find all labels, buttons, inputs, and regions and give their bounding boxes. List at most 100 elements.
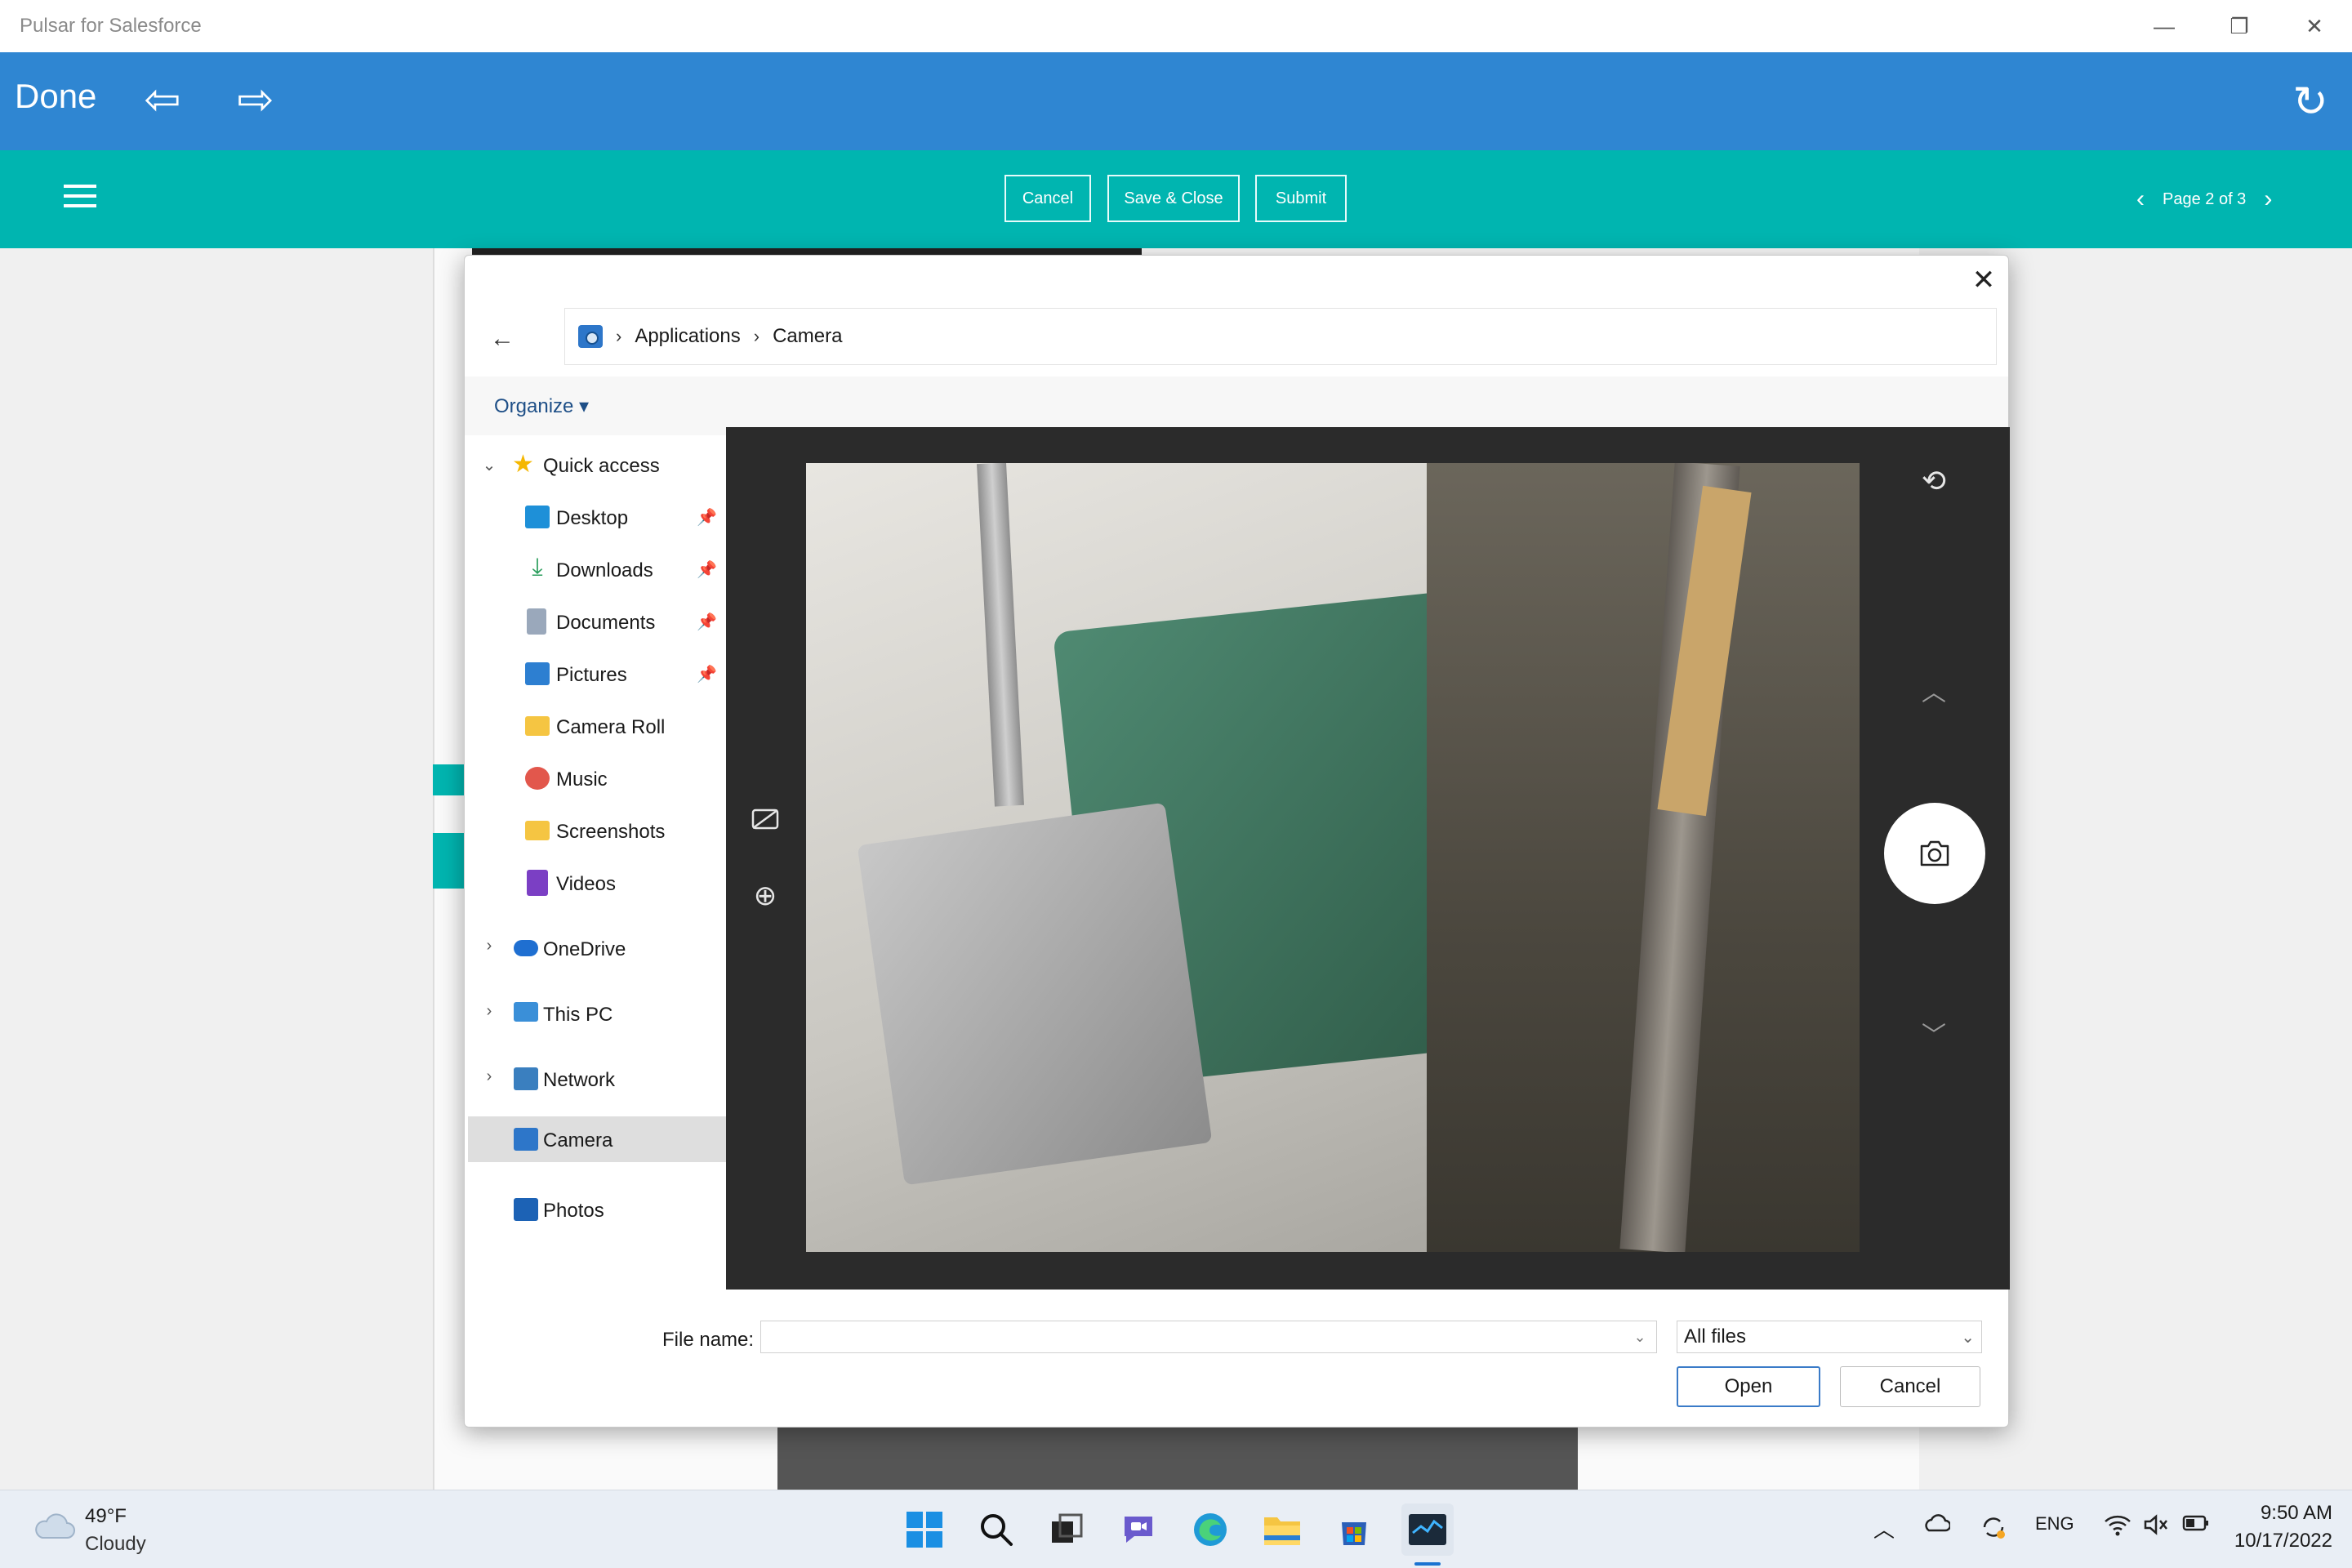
nav-item-desktop[interactable]: Desktop 📌 (465, 496, 723, 540)
done-button[interactable]: Done (15, 77, 96, 116)
back-arrow-icon[interactable]: ⇦ (134, 70, 191, 127)
window-title-bar: Pulsar for Salesforce — ❐ ✕ (0, 0, 2352, 52)
onedrive-tray-icon[interactable] (1922, 1513, 1952, 1538)
nav-item-videos[interactable]: Videos (465, 862, 723, 906)
address-bar[interactable]: › Applications › Camera (564, 308, 1997, 365)
mode-up-icon[interactable]: ︿ (1905, 672, 1962, 708)
nav-item-camera-roll[interactable]: Camera Roll (465, 705, 723, 749)
page-indicator: ‹ Page 2 of 3 › (2136, 185, 2272, 213)
star-icon: ★ (512, 451, 534, 478)
navigation-pane: ⌄ ★ Quick access Desktop 📌 ⤓ Downloads 📌… (465, 435, 726, 1298)
zoom-icon[interactable]: ⊕ (747, 878, 783, 914)
weather-temperature[interactable]: 49°F (85, 1505, 127, 1528)
show-hidden-icons-icon[interactable]: ︿ (1873, 1513, 1895, 1544)
search-icon[interactable] (970, 1503, 1022, 1556)
nav-item-documents[interactable]: Documents 📌 (465, 600, 723, 644)
nav-label: Screenshots (556, 821, 666, 843)
documents-icon (527, 608, 546, 635)
weather-description[interactable]: Cloudy (85, 1533, 146, 1556)
dialog-close-icon[interactable]: ✕ (1966, 262, 2002, 298)
file-open-dialog: ✕ ← › Applications › Camera Organize ▾ ⌄… (464, 255, 2010, 1428)
mode-down-icon[interactable]: ﹀ (1905, 1015, 1962, 1051)
collapsed-chevron-icon[interactable]: › (479, 1002, 499, 1021)
task-view-icon[interactable] (1040, 1503, 1093, 1556)
nav-item-pictures[interactable]: Pictures 📌 (465, 653, 723, 697)
taskbar: 49°F Cloudy ︿ ENG 9:50 AM 10/17/2022 (0, 1490, 2352, 1568)
battery-icon[interactable] (2182, 1513, 2210, 1538)
file-name-dropdown-icon[interactable]: ⌄ (1624, 1322, 1655, 1352)
minimize-button[interactable]: — (2127, 0, 2202, 52)
nav-label: This PC (543, 1004, 613, 1026)
file-name-label: File name: (662, 1329, 755, 1351)
nav-item-this-pc[interactable]: › This PC (465, 992, 723, 1036)
pulsar-app-icon[interactable] (1401, 1503, 1454, 1556)
nav-item-music[interactable]: Music (465, 757, 723, 801)
weather-cloud-icon[interactable] (33, 1512, 75, 1541)
file-type-select[interactable]: All files ⌄ (1677, 1321, 1982, 1353)
active-app-indicator (1414, 1562, 1441, 1566)
next-page-icon[interactable]: › (2264, 185, 2272, 213)
hdr-off-icon[interactable] (747, 801, 783, 837)
camera-viewfinder-pane: ⊕ ⟲ ︿ ﹀ (726, 427, 2010, 1290)
collapsed-chevron-icon[interactable]: › (479, 1067, 499, 1086)
nav-item-camera[interactable]: Camera (468, 1116, 726, 1162)
forward-arrow-icon[interactable]: ⇨ (227, 70, 284, 127)
desktop-icon (525, 506, 550, 528)
close-window-button[interactable]: ✕ (2277, 0, 2352, 52)
nav-quick-access[interactable]: ⌄ ★ Quick access (465, 443, 723, 488)
file-name-input[interactable] (760, 1321, 1657, 1353)
clock-time[interactable]: 9:50 AM (2251, 1502, 2332, 1525)
collapsed-chevron-icon[interactable]: › (479, 937, 499, 956)
nav-item-photos[interactable]: Photos (465, 1188, 723, 1232)
nav-label: Quick access (543, 455, 660, 477)
form-cancel-button[interactable]: Cancel (1004, 175, 1091, 222)
file-explorer-icon[interactable] (1256, 1503, 1308, 1556)
clock-date[interactable]: 10/17/2022 (2225, 1530, 2332, 1552)
window-title: Pulsar for Salesforce (20, 15, 202, 37)
doc-image-bottom (777, 1428, 1578, 1490)
monitor-icon (514, 1002, 538, 1022)
take-photo-button[interactable] (1884, 803, 1985, 904)
nav-item-network[interactable]: › Network (465, 1058, 723, 1102)
nav-item-screenshots[interactable]: Screenshots (465, 809, 723, 853)
page-label: Page 2 of 3 (2163, 189, 2247, 208)
nav-label: Desktop (556, 507, 629, 529)
input-language[interactable]: ENG (2035, 1513, 2074, 1535)
organize-menu-button[interactable]: Organize ▾ (494, 394, 589, 418)
chevron-down-icon: ⌄ (1961, 1328, 1975, 1347)
folder-icon (525, 716, 550, 736)
breadcrumb-camera[interactable]: Camera (773, 325, 842, 348)
microsoft-store-icon[interactable] (1328, 1503, 1380, 1556)
expanded-chevron-icon[interactable]: ⌄ (479, 455, 499, 475)
hamburger-menu-icon[interactable] (64, 185, 96, 214)
restore-button[interactable]: ❐ (2202, 0, 2277, 52)
downloads-icon: ⤓ (532, 554, 543, 581)
dialog-back-icon[interactable]: ← (484, 321, 520, 357)
sync-icon[interactable] (1980, 1513, 2007, 1546)
prev-page-icon[interactable]: ‹ (2136, 185, 2145, 213)
nav-label: Documents (556, 612, 656, 634)
nav-label: Downloads (556, 559, 653, 581)
save-close-button[interactable]: Save & Close (1107, 175, 1240, 222)
switch-camera-icon[interactable]: ⟲ (1905, 463, 1962, 499)
camera-icon (1920, 840, 1949, 866)
chat-icon[interactable] (1112, 1503, 1165, 1556)
file-type-value: All files (1684, 1325, 1747, 1348)
edge-browser-icon[interactable] (1184, 1503, 1236, 1556)
breadcrumb-separator: › (616, 326, 622, 346)
breadcrumb-applications[interactable]: Applications (635, 325, 740, 348)
submit-button[interactable]: Submit (1255, 175, 1347, 222)
nav-label: Network (543, 1069, 616, 1091)
dialog-cancel-button[interactable]: Cancel (1840, 1366, 1980, 1407)
open-button[interactable]: Open (1677, 1366, 1820, 1407)
pin-icon: 📌 (697, 613, 717, 631)
nav-item-onedrive[interactable]: › OneDrive (465, 927, 723, 971)
pictures-icon (525, 662, 550, 685)
start-icon[interactable] (898, 1503, 951, 1556)
nav-label: Camera (543, 1129, 613, 1152)
volume-muted-icon[interactable] (2143, 1513, 2171, 1541)
refresh-icon[interactable]: ↻ (2283, 75, 2337, 129)
nav-item-downloads[interactable]: ⤓ Downloads 📌 (465, 548, 723, 592)
wifi-icon[interactable] (2104, 1513, 2132, 1541)
folder-icon (525, 821, 550, 840)
